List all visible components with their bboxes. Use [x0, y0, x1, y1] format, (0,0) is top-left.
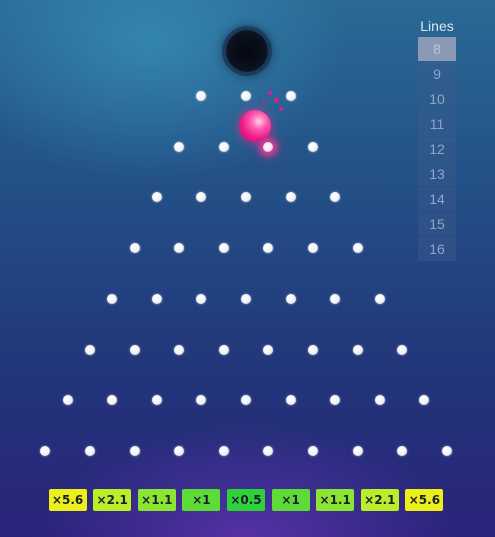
- peg: [397, 445, 408, 456]
- peg: [307, 243, 318, 254]
- peg: [196, 192, 207, 203]
- multiplier-bucket: ×5.6: [48, 489, 87, 511]
- peg: [307, 445, 318, 456]
- peg: [307, 141, 318, 152]
- peg: [307, 344, 318, 355]
- multiplier-bucket: ×1.1: [316, 489, 355, 511]
- peg: [174, 445, 185, 456]
- lines-option-10[interactable]: 10: [418, 87, 456, 111]
- peg: [218, 445, 229, 456]
- peg: [40, 445, 51, 456]
- peg: [151, 395, 162, 406]
- peg: [196, 293, 207, 304]
- peg: [352, 344, 363, 355]
- peg: [330, 293, 341, 304]
- lines-option-8[interactable]: 8: [418, 37, 456, 61]
- peg-hit: [263, 141, 274, 152]
- peg: [419, 395, 430, 406]
- lines-option-13[interactable]: 13: [418, 162, 456, 186]
- peg: [241, 293, 251, 304]
- multiplier-bucket: ×2.1: [93, 489, 132, 511]
- lines-selector: Lines 8 9 10 11 12 13 14 15 16: [418, 16, 456, 261]
- lines-title: Lines: [420, 18, 454, 34]
- drop-hole: [226, 30, 268, 72]
- peg: [84, 445, 95, 456]
- peg: [285, 395, 296, 406]
- peg: [218, 344, 229, 355]
- multiplier-bucket: ×2.1: [360, 489, 399, 511]
- lines-option-11[interactable]: 11: [418, 112, 456, 136]
- peg: [151, 192, 162, 203]
- peg: [129, 243, 140, 254]
- peg: [352, 243, 363, 254]
- multiplier-bucket: ×1: [271, 489, 310, 511]
- peg: [241, 395, 251, 406]
- multiplier-bucket: ×5.6: [405, 489, 444, 511]
- peg: [441, 445, 452, 456]
- ball-trail-dot: [262, 100, 265, 103]
- lines-option-14[interactable]: 14: [418, 187, 456, 211]
- peg: [196, 91, 207, 101]
- peg: [218, 141, 229, 152]
- ball-trail-dot: [274, 98, 279, 103]
- lines-option-9[interactable]: 9: [418, 62, 456, 86]
- peg: [174, 344, 185, 355]
- lines-options-list: 8 9 10 11 12 13 14 15 16: [418, 37, 456, 261]
- plinko-ball: [239, 110, 271, 142]
- peg: [352, 445, 363, 456]
- peg: [107, 293, 118, 304]
- peg: [129, 445, 140, 456]
- peg: [285, 91, 296, 101]
- lines-option-15[interactable]: 15: [418, 212, 456, 236]
- peg: [374, 293, 385, 304]
- peg: [285, 192, 296, 203]
- peg: [330, 192, 341, 203]
- peg: [241, 192, 251, 203]
- plinko-board: Lines 8 9 10 11 12 13 14 15 16 ×5.6 ×2.1 ×1.1 ×1 ×0.…: [0, 0, 495, 537]
- ball-trail-dot: [268, 91, 272, 95]
- lines-option-16[interactable]: 16: [418, 237, 456, 261]
- peg: [174, 141, 185, 152]
- peg: [374, 395, 385, 406]
- ball-trail-dot: [279, 107, 283, 111]
- peg: [241, 91, 251, 101]
- peg: [129, 344, 140, 355]
- multiplier-bucket: ×1: [182, 489, 221, 511]
- lines-option-12[interactable]: 12: [418, 137, 456, 161]
- multiplier-bucket: ×0.5: [227, 489, 265, 511]
- peg: [263, 243, 274, 254]
- peg: [263, 344, 274, 355]
- peg: [174, 243, 185, 254]
- peg: [151, 293, 162, 304]
- peg: [107, 395, 118, 406]
- peg: [218, 243, 229, 254]
- peg: [263, 445, 274, 456]
- peg: [62, 395, 73, 406]
- peg: [330, 395, 341, 406]
- peg: [84, 344, 95, 355]
- peg: [196, 395, 207, 406]
- peg: [285, 293, 296, 304]
- peg: [397, 344, 408, 355]
- multiplier-bucket: ×1.1: [137, 489, 176, 511]
